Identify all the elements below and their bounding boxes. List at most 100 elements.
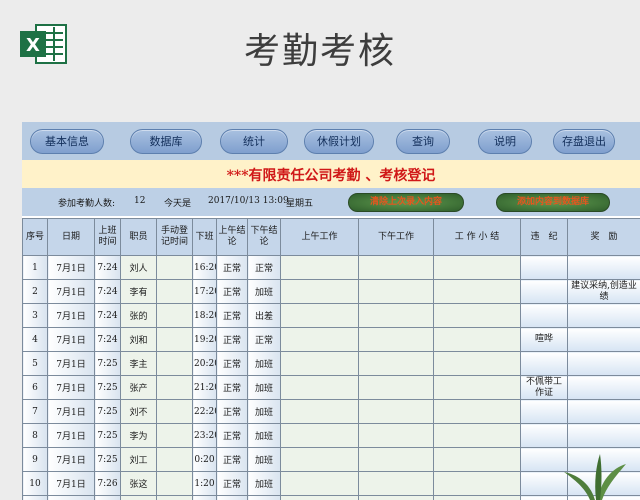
row-date-cell[interactable]: 7月1日: [47, 327, 95, 352]
row-no-cell[interactable]: 1: [22, 255, 48, 280]
row-date-cell[interactable]: 7月1日: [47, 351, 95, 376]
row-clock-in-cell[interactable]: 7:24: [94, 327, 121, 352]
row-violation-cell[interactable]: [520, 303, 568, 328]
row-manual-time-cell[interactable]: [156, 471, 193, 496]
row-am-work-cell[interactable]: [280, 255, 359, 280]
row-manual-time-cell[interactable]: [156, 303, 193, 328]
row-violation-cell[interactable]: [520, 279, 568, 304]
row-date-cell[interactable]: 7月1日: [47, 495, 95, 500]
row-clock-in-cell[interactable]: 7:25: [94, 351, 121, 376]
row-clock-in-cell[interactable]: 7:24: [94, 279, 121, 304]
row-date-cell[interactable]: 7月1日: [47, 375, 95, 400]
row-am-result-cell[interactable]: 正常: [216, 303, 248, 328]
row-pm-work-cell[interactable]: [358, 303, 434, 328]
row-employee-cell[interactable]: 张产: [120, 375, 157, 400]
row-am-work-cell[interactable]: [280, 351, 359, 376]
row-pm-work-cell[interactable]: [358, 447, 434, 472]
row-am-result-cell[interactable]: 正常: [216, 471, 248, 496]
row-pm-result-cell[interactable]: 加班: [247, 279, 281, 304]
row-pm-work-cell[interactable]: [358, 399, 434, 424]
row-clock-out-cell[interactable]: 16:20: [192, 255, 217, 280]
leave-plan-button[interactable]: 休假计划: [304, 129, 374, 154]
row-violation-cell[interactable]: 喧哗: [520, 327, 568, 352]
row-pm-result-cell[interactable]: 加班: [247, 399, 281, 424]
row-reward-cell[interactable]: [567, 327, 640, 352]
row-am-work-cell[interactable]: [280, 327, 359, 352]
row-manual-time-cell[interactable]: [156, 327, 193, 352]
row-am-work-cell[interactable]: [280, 303, 359, 328]
clear-last-entry-button[interactable]: 清除上次录入内容: [348, 193, 464, 212]
row-employee-cell[interactable]: [120, 495, 157, 500]
row-no-cell[interactable]: 4: [22, 327, 48, 352]
row-no-cell[interactable]: 11: [22, 495, 48, 500]
row-clock-out-cell[interactable]: 19:20: [192, 327, 217, 352]
row-date-cell[interactable]: 7月1日: [47, 255, 95, 280]
row-no-cell[interactable]: 7: [22, 399, 48, 424]
row-am-result-cell[interactable]: 正常: [216, 351, 248, 376]
row-employee-cell[interactable]: 刘人: [120, 255, 157, 280]
row-am-work-cell[interactable]: [280, 399, 359, 424]
row-pm-work-cell[interactable]: [358, 351, 434, 376]
row-am-result-cell[interactable]: 正常: [216, 327, 248, 352]
row-reward-cell[interactable]: [567, 351, 640, 376]
row-am-work-cell[interactable]: [280, 279, 359, 304]
row-pm-work-cell[interactable]: [358, 255, 434, 280]
row-manual-time-cell[interactable]: [156, 399, 193, 424]
row-am-result-cell[interactable]: 正常: [216, 255, 248, 280]
row-clock-in-cell[interactable]: 7:25: [94, 399, 121, 424]
row-clock-out-cell[interactable]: 18:20: [192, 303, 217, 328]
row-date-cell[interactable]: 7月1日: [47, 423, 95, 448]
row-employee-cell[interactable]: 李有: [120, 279, 157, 304]
save-exit-button[interactable]: 存盘退出: [553, 129, 615, 154]
row-manual-time-cell[interactable]: [156, 279, 193, 304]
row-clock-in-cell[interactable]: 7:25: [94, 423, 121, 448]
row-employee-cell[interactable]: 刘不: [120, 399, 157, 424]
row-date-cell[interactable]: 7月1日: [47, 399, 95, 424]
row-employee-cell[interactable]: 李为: [120, 423, 157, 448]
row-pm-result-cell[interactable]: 加班: [247, 471, 281, 496]
row-summary-cell[interactable]: [433, 303, 521, 328]
add-to-database-button[interactable]: 添加内容到数据库: [496, 193, 610, 212]
row-summary-cell[interactable]: [433, 375, 521, 400]
row-summary-cell[interactable]: [433, 447, 521, 472]
row-clock-in-cell[interactable]: 7:24: [94, 255, 121, 280]
row-summary-cell[interactable]: [433, 279, 521, 304]
row-summary-cell[interactable]: [433, 351, 521, 376]
row-clock-out-cell[interactable]: 20:20: [192, 351, 217, 376]
row-violation-cell[interactable]: [520, 423, 568, 448]
row-manual-time-cell[interactable]: [156, 375, 193, 400]
row-summary-cell[interactable]: [433, 495, 521, 500]
row-pm-result-cell[interactable]: 加班: [247, 375, 281, 400]
row-pm-result-cell[interactable]: 加班: [247, 351, 281, 376]
row-employee-cell[interactable]: 刘和: [120, 327, 157, 352]
row-pm-result-cell[interactable]: 正常: [247, 327, 281, 352]
row-manual-time-cell[interactable]: [156, 423, 193, 448]
row-pm-result-cell[interactable]: 加班: [247, 423, 281, 448]
row-no-cell[interactable]: 3: [22, 303, 48, 328]
row-clock-out-cell[interactable]: 21:20: [192, 375, 217, 400]
row-pm-result-cell[interactable]: 加班: [247, 447, 281, 472]
row-employee-cell[interactable]: 李主: [120, 351, 157, 376]
row-am-result-cell[interactable]: [216, 495, 248, 500]
row-am-result-cell[interactable]: 正常: [216, 447, 248, 472]
row-reward-cell[interactable]: [567, 423, 640, 448]
row-date-cell[interactable]: 7月1日: [47, 471, 95, 496]
row-pm-work-cell[interactable]: [358, 327, 434, 352]
row-clock-out-cell[interactable]: [192, 495, 217, 500]
row-no-cell[interactable]: 9: [22, 447, 48, 472]
row-am-result-cell[interactable]: 正常: [216, 375, 248, 400]
row-manual-time-cell[interactable]: [156, 495, 193, 500]
row-pm-result-cell[interactable]: 出差: [247, 303, 281, 328]
row-am-work-cell[interactable]: [280, 423, 359, 448]
row-date-cell[interactable]: 7月1日: [47, 303, 95, 328]
row-pm-work-cell[interactable]: [358, 423, 434, 448]
row-reward-cell[interactable]: [567, 255, 640, 280]
row-date-cell[interactable]: 7月1日: [47, 279, 95, 304]
row-violation-cell[interactable]: 不佩带工作证: [520, 375, 568, 400]
row-clock-out-cell[interactable]: 17:20: [192, 279, 217, 304]
row-am-work-cell[interactable]: [280, 495, 359, 500]
row-no-cell[interactable]: 10: [22, 471, 48, 496]
row-clock-out-cell[interactable]: 22:20: [192, 399, 217, 424]
row-no-cell[interactable]: 2: [22, 279, 48, 304]
row-violation-cell[interactable]: [520, 255, 568, 280]
